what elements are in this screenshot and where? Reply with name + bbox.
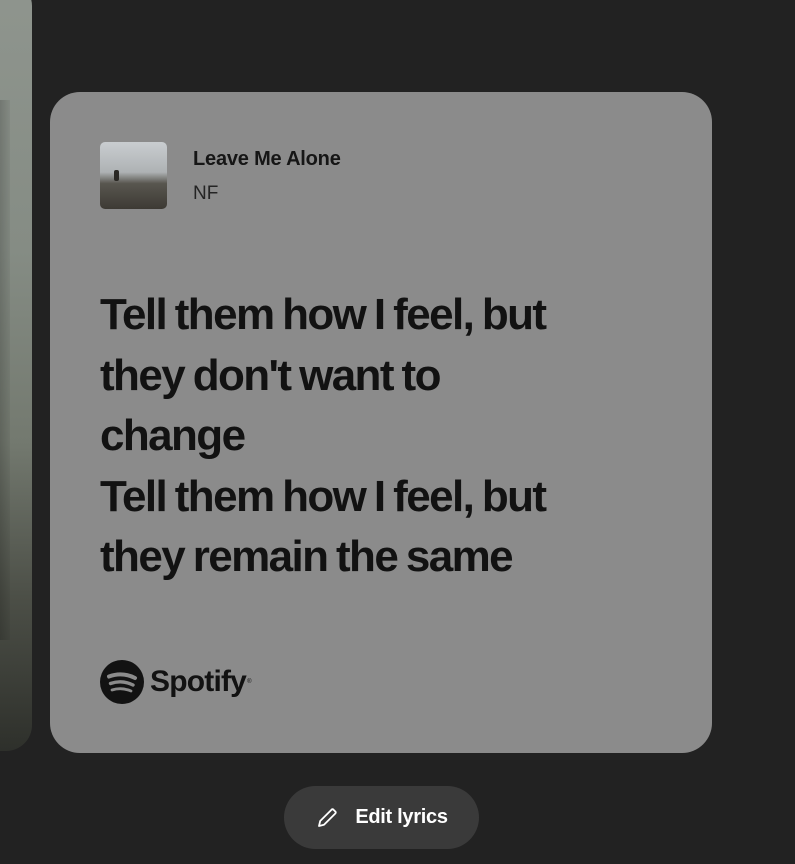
song-artist: NF: [193, 183, 219, 204]
album-cover: [100, 142, 167, 209]
lyric-line: Tell them how I feel, but: [100, 290, 547, 339]
pencil-icon: [318, 807, 337, 827]
lyric-line: change: [100, 411, 246, 460]
trademark-symbol: ®: [247, 679, 252, 685]
preview-image-shadow: [0, 100, 10, 640]
lyric-line: Tell them how I feel, but: [100, 471, 547, 521]
lyrics-share-card: Leave Me Alone NF Tell them how I feel, …: [50, 92, 712, 753]
previous-card-preview[interactable]: [0, 0, 32, 751]
edit-lyrics-button[interactable]: Edit lyrics: [284, 786, 479, 849]
song-title: Leave Me Alone: [193, 148, 341, 170]
lyric-line: they remain the same: [100, 532, 514, 581]
lyric-line: they don't want to: [100, 350, 441, 400]
lyrics-text: Tell them how I feel, but they don't wan…: [100, 285, 690, 588]
edit-lyrics-label: Edit lyrics: [355, 806, 448, 828]
spotify-logo-icon: [100, 660, 144, 704]
spotify-brand: Spotify ®: [100, 660, 251, 704]
spotify-wordmark: Spotify: [150, 665, 247, 698]
album-cover-figure: [114, 170, 119, 181]
